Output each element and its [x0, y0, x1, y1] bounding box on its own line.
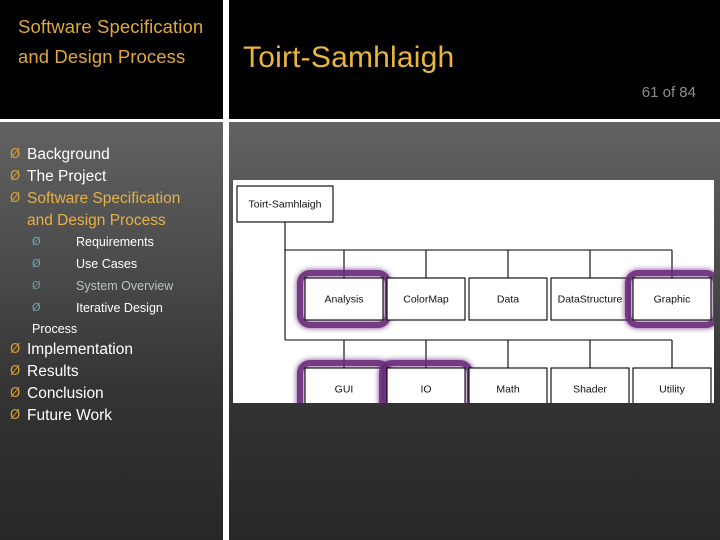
sidebar-item-implementation[interactable]: Ø Implementation	[6, 339, 217, 361]
presentation-slide: Software Specification and Design Proces…	[0, 0, 720, 540]
sidebar-item-use-cases[interactable]: Ø Use Cases	[6, 253, 217, 275]
package-hierarchy-diagram: Toirt-Samhlaigh Analysis ColorMap Data DataS…	[233, 180, 714, 403]
sidebar-item-label-wrap: Process	[32, 322, 78, 336]
sidebar-item-label: The Project	[27, 168, 107, 185]
sidebar-item-system-overview[interactable]: Ø System Overview	[6, 275, 217, 297]
diagram-node-shader[interactable]: Shader	[550, 367, 630, 403]
node-label: Math	[496, 384, 520, 396]
sidebar-item-conclusion[interactable]: Ø Conclusion	[6, 383, 217, 405]
diagram-node-gui[interactable]: GUI	[297, 360, 391, 403]
node-label: DataStructure	[558, 294, 623, 306]
diagram-node-io[interactable]: IO	[379, 360, 473, 403]
diagram-canvas: Toirt-Samhlaigh Analysis ColorMap Data DataS…	[236, 185, 714, 403]
node-label: Data	[497, 294, 519, 306]
node-label: Toirt-Samhlaigh	[249, 199, 322, 211]
sidebar-item-software-specification-and-design-process[interactable]: Ø Software Specification	[6, 188, 217, 210]
node-label: Analysis	[324, 294, 363, 306]
slide-counter: 61 of 84	[641, 84, 696, 101]
sidebar-item-future-work[interactable]: Ø Future Work	[6, 405, 217, 427]
sidebar-item-background[interactable]: Ø Background	[6, 144, 217, 166]
node-label: IO	[420, 384, 431, 396]
bullet-arrow-icon: Ø	[10, 191, 21, 206]
bullet-arrow-icon: Ø	[10, 408, 21, 423]
diagram-node-root[interactable]: Toirt-Samhlaigh	[236, 185, 334, 223]
bullet-arrow-icon: Ø	[32, 257, 41, 270]
slide-header: Software Specification and Design Proces…	[0, 0, 720, 119]
sidebar-item-label: Use Cases	[76, 257, 138, 271]
sidebar-item-label: Background	[27, 146, 110, 163]
sidebar-item-label: Conclusion	[27, 385, 104, 402]
section-title: Software Specification and Design Proces…	[18, 16, 204, 67]
sidebar-item-label: Results	[27, 363, 79, 380]
node-label: Utility	[659, 384, 685, 396]
bullet-arrow-icon: Ø	[10, 342, 21, 357]
diagram-node-graphic[interactable]: Graphic	[625, 270, 714, 328]
diagram-node-math[interactable]: Math	[468, 367, 548, 403]
bullet-arrow-icon: Ø	[10, 364, 21, 379]
node-label: Shader	[573, 384, 607, 396]
header-divider	[0, 119, 720, 122]
diagram-node-colormap[interactable]: ColorMap	[386, 277, 466, 321]
sidebar-item-label: Software Specification	[27, 190, 181, 207]
node-label: ColorMap	[403, 294, 449, 306]
node-label: GUI	[335, 384, 354, 396]
sidebar-item-label: Future Work	[27, 407, 112, 424]
sidebar-item-label: Iterative Design	[76, 301, 163, 315]
sidebar-divider	[223, 0, 229, 540]
sidebar-item-label-wrap: and Design Process	[27, 212, 166, 229]
bullet-arrow-icon: Ø	[10, 169, 21, 184]
bullet-arrow-icon: Ø	[10, 147, 21, 162]
bullet-arrow-icon: Ø	[32, 235, 41, 248]
sidebar-item-iterative-design-process[interactable]: Ø Iterative Design	[6, 297, 217, 319]
node-label: Graphic	[654, 294, 691, 306]
bullet-arrow-icon: Ø	[32, 279, 41, 292]
sidebar-item-label: System Overview	[76, 279, 174, 293]
sidebar-item-results[interactable]: Ø Results	[6, 361, 217, 383]
outline-sidebar: Ø Background Ø The Project Ø Software Sp…	[0, 122, 223, 540]
bullet-arrow-icon: Ø	[10, 386, 21, 401]
bullet-arrow-icon: Ø	[32, 301, 41, 314]
diagram-nodes: Toirt-Samhlaigh Analysis ColorMap Data DataS…	[236, 185, 714, 403]
sidebar-item-requirements[interactable]: Ø Requirements	[6, 231, 217, 253]
diagram-node-data[interactable]: Data	[468, 277, 548, 321]
page-title: Toirt-Samhlaigh	[243, 41, 455, 74]
diagram-node-utility[interactable]: Utility	[632, 367, 712, 403]
diagram-node-analysis[interactable]: Analysis	[297, 270, 391, 328]
sidebar-item-the-project[interactable]: Ø The Project	[6, 166, 217, 188]
sidebar-item-label: Implementation	[27, 341, 133, 358]
diagram-node-datastructure[interactable]: DataStructure	[550, 277, 630, 321]
sidebar-item-label: Requirements	[76, 235, 154, 249]
